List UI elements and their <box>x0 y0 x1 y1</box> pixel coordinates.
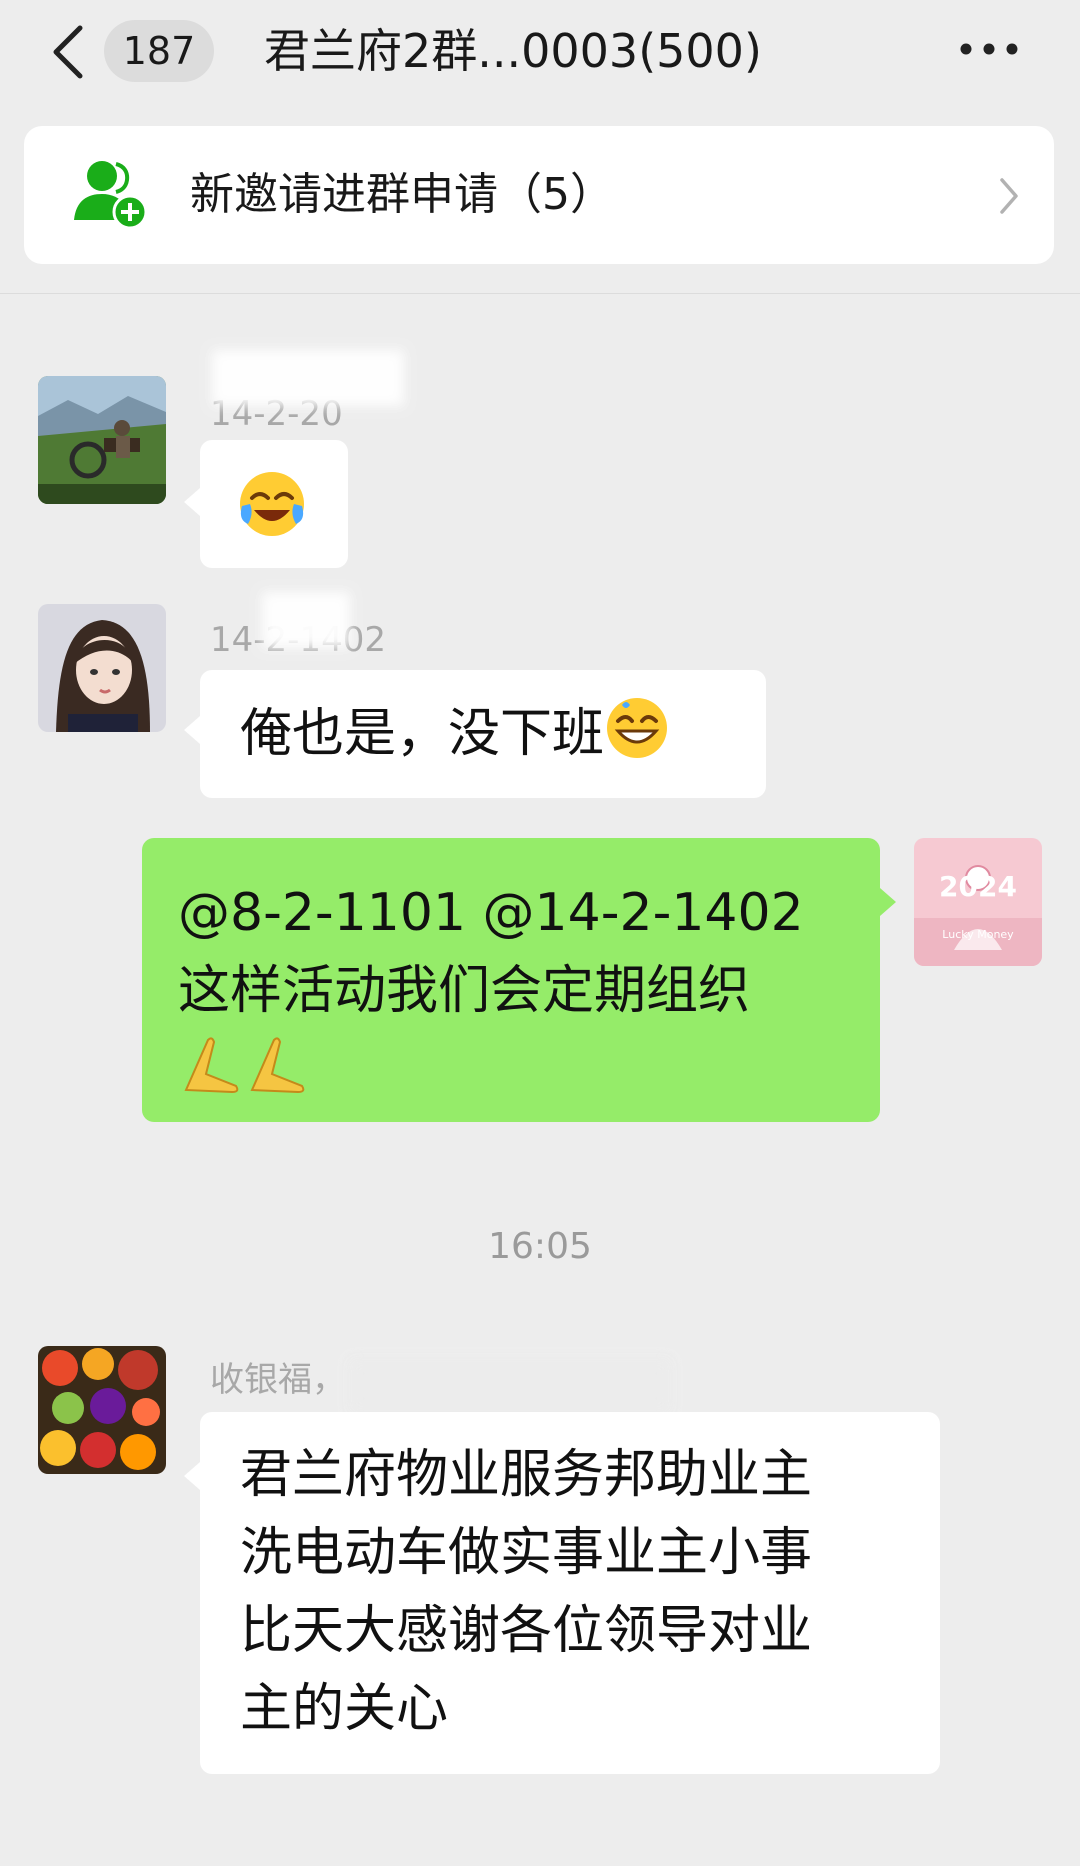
bubble-tail <box>184 1462 200 1490</box>
bubble-tail <box>184 488 200 516</box>
pray-hands-emoji-row <box>178 1030 858 1108</box>
avatar-year-text: 2024 <box>939 870 1017 903</box>
unread-count-badge[interactable]: 187 <box>104 20 214 82</box>
chevron-right-icon <box>1000 178 1018 214</box>
face-with-tears-of-joy-icon <box>240 472 304 536</box>
sender-name: 收银福， <box>210 1360 346 1400</box>
divider <box>0 293 1080 294</box>
avatar[interactable] <box>38 1346 166 1474</box>
bubble-tail <box>880 888 896 916</box>
more-dots-icon[interactable] <box>958 36 1020 62</box>
group-invite-request-card[interactable]: 新邀请进群申请（5） <box>24 126 1054 264</box>
name-redaction <box>262 592 350 648</box>
invite-request-label: 新邀请进群申请（5） <box>190 169 614 220</box>
time-divider: 16:05 <box>488 1226 592 1267</box>
avatar[interactable] <box>38 604 166 732</box>
message-bubble[interactable]: 君兰府物业服务邦助业主 洗电动车做实事业主小事 比天大感谢各位领导对业 主的关心 <box>200 1412 940 1774</box>
message-bubble[interactable] <box>200 440 348 568</box>
name-redaction <box>350 1360 670 1412</box>
bubble-tail <box>184 716 200 744</box>
message-text: 俺也是，没下班 <box>240 695 670 773</box>
message-text: 君兰府物业服务邦助业主 洗电动车做实事业主小事 比天大感谢各位领导对业 主的关心 <box>240 1445 813 1739</box>
chat-title: 君兰府2群...0003(500) <box>264 24 762 78</box>
pray-hands-icon <box>184 1037 239 1094</box>
group-add-icon <box>74 161 148 230</box>
name-redaction <box>212 350 404 406</box>
message-bubble-self[interactable]: @8-2-1101 @14-2-1402 这样活动我们会定期组织 <box>142 838 880 1122</box>
grinning-face-with-sweat-icon <box>607 698 668 758</box>
message-bubble[interactable]: 俺也是，没下班 <box>200 670 766 798</box>
avatar-caption-text: Lucky Money <box>942 928 1014 941</box>
my-avatar[interactable]: 2024 Lucky Money <box>914 838 1042 966</box>
pray-hands-icon <box>250 1037 305 1094</box>
chevron-left-icon[interactable] <box>48 22 88 82</box>
chat-header: 187 君兰府2群...0003(500) <box>0 0 1080 120</box>
avatar[interactable] <box>38 376 166 504</box>
message-text: @8-2-1101 @14-2-1402 这样活动我们会定期组织 <box>178 874 858 1108</box>
chat-screen: 187 君兰府2群...0003(500) 新邀请进群申请（5） 14-2-20… <box>0 0 1080 1866</box>
